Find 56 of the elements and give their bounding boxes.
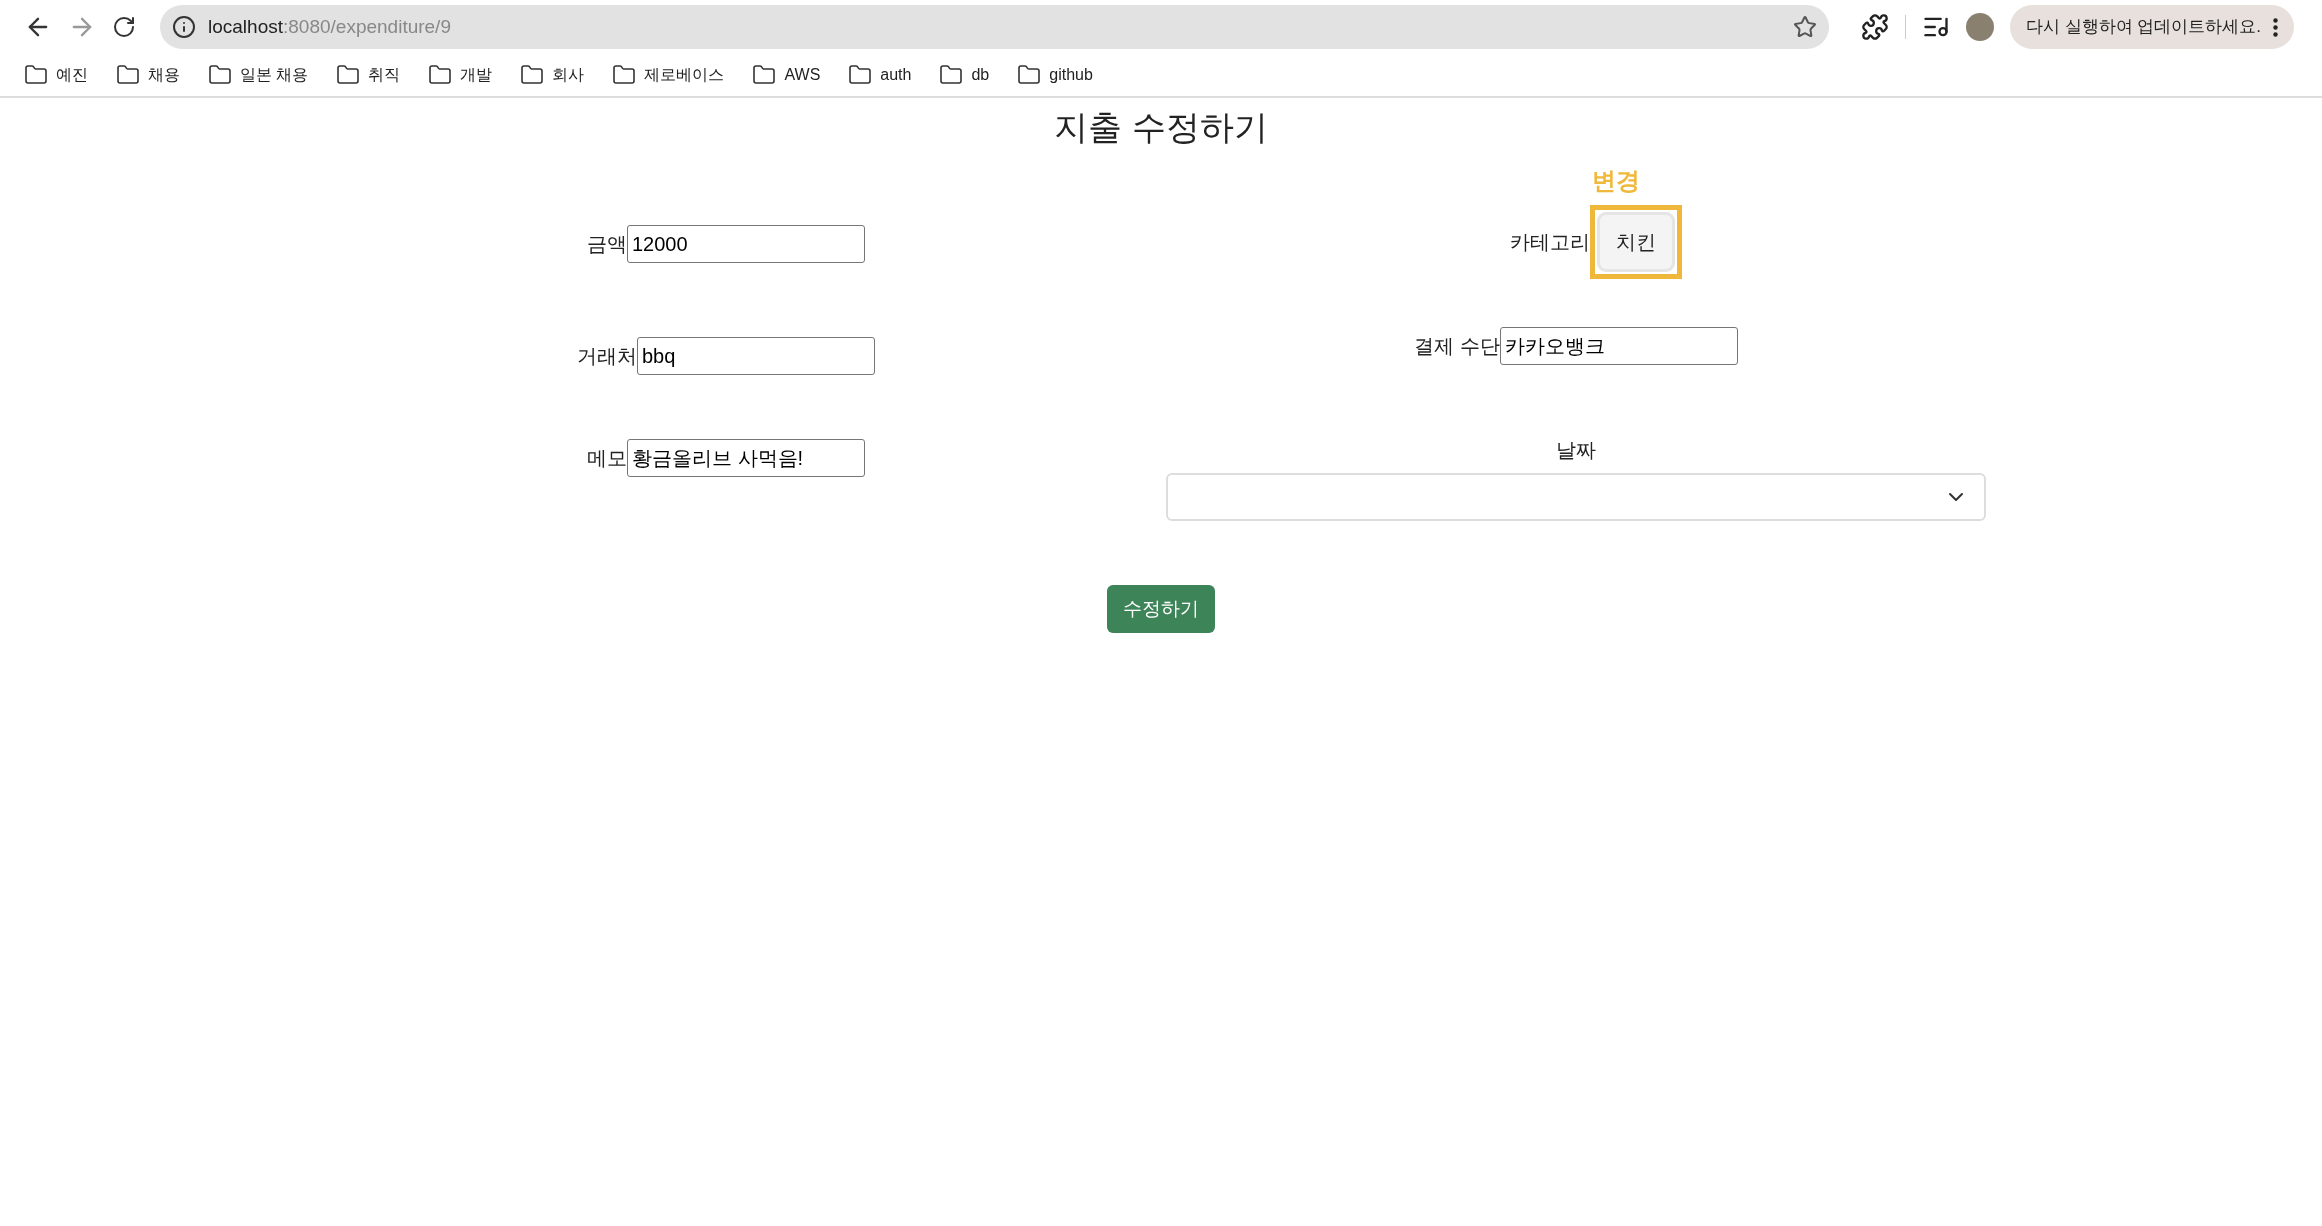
bookmark-folder[interactable]: 일본 채용	[208, 63, 309, 87]
page-title: 지출 수정하기	[1054, 107, 1268, 148]
folder-icon	[336, 63, 361, 87]
bookmark-label: AWS	[784, 65, 821, 85]
field-label: 메모	[587, 446, 627, 471]
bookmark-label: 채용	[148, 65, 180, 85]
annotation-label: 변경	[1592, 166, 1640, 196]
field-label: 카테고리	[1510, 230, 1590, 255]
text-input[interactable]: 12000	[627, 225, 865, 263]
bookmark-star-icon[interactable]	[1792, 15, 1817, 39]
folder-icon	[208, 63, 232, 87]
folder-icon	[939, 63, 964, 87]
bookmark-label: github	[1049, 65, 1093, 85]
reload-icon[interactable]	[112, 15, 136, 39]
text-input[interactable]: bbq	[637, 337, 875, 375]
folder-icon	[1017, 63, 1042, 87]
folder-icon	[116, 63, 140, 87]
bookmark-folder[interactable]: 개발	[428, 63, 493, 87]
bookmark-label: 제로베이스	[644, 65, 725, 85]
folder-icon	[752, 63, 777, 87]
bookmark-folder[interactable]: db	[939, 63, 990, 87]
folder-icon	[24, 63, 48, 87]
profile-avatar[interactable]	[1965, 13, 1994, 41]
folder-icon	[612, 63, 637, 87]
site-info-icon[interactable]	[172, 15, 196, 39]
field-label: 결제 수단	[1414, 334, 1500, 359]
update-button[interactable]: 다시 실행하여 업데이트하세요.	[2009, 5, 2294, 49]
bookmark-label: auth	[880, 65, 912, 85]
bookmark-label: 회사	[552, 65, 585, 85]
category-button[interactable]: 치킨	[1600, 215, 1672, 269]
bookmark-label: 일본 채용	[240, 65, 309, 85]
bookmark-folder[interactable]: auth	[848, 63, 912, 87]
text-input[interactable]: 카카오뱅크	[1499, 327, 1738, 365]
bookmark-label: 개발	[460, 65, 493, 85]
bookmark-folder[interactable]: AWS	[752, 63, 821, 87]
extensions-icon[interactable]	[1860, 13, 1889, 41]
bookmark-folder[interactable]: 취직	[336, 63, 401, 87]
bookmark-folder[interactable]: 예진	[24, 63, 88, 87]
bookmark-folder[interactable]: 회사	[520, 63, 585, 87]
submit-button[interactable]: 수정하기	[1107, 585, 1215, 633]
bookmark-folder[interactable]: 제로베이스	[612, 63, 725, 87]
more-icon	[2273, 17, 2278, 37]
address-bar[interactable]: localhost:8080/expenditure/9	[160, 5, 1829, 49]
text-input[interactable]: 황금올리브 사먹음!	[627, 439, 865, 477]
folder-icon	[428, 63, 453, 87]
folder-icon	[520, 63, 545, 87]
url-text: localhost:8080/expenditure/9	[208, 14, 451, 39]
field-label: 거래처	[577, 344, 637, 369]
bookmark-folder[interactable]: 채용	[116, 63, 180, 87]
bookmark-label: 예진	[56, 65, 88, 85]
bookmark-label: 취직	[368, 65, 401, 85]
bookmark-folder[interactable]: github	[1017, 63, 1093, 87]
field-label: 금액	[587, 232, 627, 257]
field-label: 날짜	[1556, 438, 1596, 463]
folder-icon	[848, 63, 873, 87]
bookmark-label: db	[971, 65, 990, 85]
